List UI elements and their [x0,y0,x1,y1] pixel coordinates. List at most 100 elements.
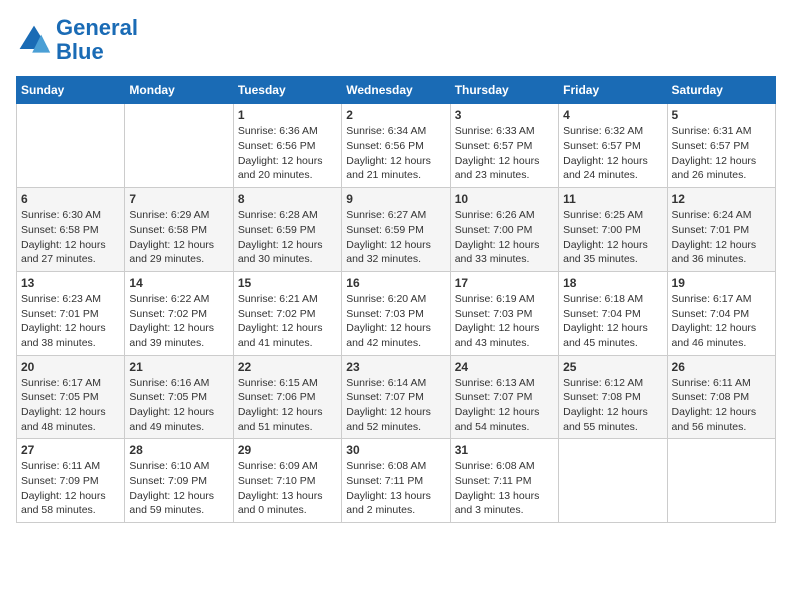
weekday-header: Friday [559,77,667,104]
day-detail: Sunrise: 6:09 AM Sunset: 7:10 PM Dayligh… [238,459,337,518]
weekday-header: Tuesday [233,77,341,104]
day-number: 2 [346,108,445,122]
calendar-cell: 16 Sunrise: 6:20 AM Sunset: 7:03 PM Dayli… [342,271,450,355]
day-number: 24 [455,360,554,374]
weekday-header-row: SundayMondayTuesdayWednesdayThursdayFrid… [17,77,776,104]
calendar-cell: 7 Sunrise: 6:29 AM Sunset: 6:58 PM Daylig… [125,188,233,272]
logo-icon [16,22,52,58]
day-detail: Sunrise: 6:27 AM Sunset: 6:59 PM Dayligh… [346,208,445,267]
day-number: 12 [672,192,771,206]
day-detail: Sunrise: 6:33 AM Sunset: 6:57 PM Dayligh… [455,124,554,183]
day-detail: Sunrise: 6:34 AM Sunset: 6:56 PM Dayligh… [346,124,445,183]
day-detail: Sunrise: 6:19 AM Sunset: 7:03 PM Dayligh… [455,292,554,351]
day-detail: Sunrise: 6:08 AM Sunset: 7:11 PM Dayligh… [455,459,554,518]
page-header: General Blue [16,16,776,64]
day-number: 23 [346,360,445,374]
day-number: 25 [563,360,662,374]
calendar-cell: 19 Sunrise: 6:17 AM Sunset: 7:04 PM Dayli… [667,271,775,355]
calendar-cell: 17 Sunrise: 6:19 AM Sunset: 7:03 PM Dayli… [450,271,558,355]
day-number: 22 [238,360,337,374]
day-number: 20 [21,360,120,374]
calendar-cell: 12 Sunrise: 6:24 AM Sunset: 7:01 PM Dayli… [667,188,775,272]
day-detail: Sunrise: 6:29 AM Sunset: 6:58 PM Dayligh… [129,208,228,267]
day-detail: Sunrise: 6:22 AM Sunset: 7:02 PM Dayligh… [129,292,228,351]
calendar-cell [667,439,775,523]
day-number: 30 [346,443,445,457]
day-number: 28 [129,443,228,457]
calendar-cell: 1Sunrise: 6:36 AM Sunset: 6:56 PM Daylig… [233,104,341,188]
day-number: 21 [129,360,228,374]
day-detail: Sunrise: 6:10 AM Sunset: 7:09 PM Dayligh… [129,459,228,518]
calendar-cell: 25 Sunrise: 6:12 AM Sunset: 7:08 PM Dayli… [559,355,667,439]
day-number: 4 [563,108,662,122]
logo-text: General Blue [56,16,138,64]
calendar-table: SundayMondayTuesdayWednesdayThursdayFrid… [16,76,776,523]
calendar-cell: 21 Sunrise: 6:16 AM Sunset: 7:05 PM Dayli… [125,355,233,439]
calendar-cell: 22 Sunrise: 6:15 AM Sunset: 7:06 PM Dayli… [233,355,341,439]
day-number: 16 [346,276,445,290]
calendar-cell: 9 Sunrise: 6:27 AM Sunset: 6:59 PM Daylig… [342,188,450,272]
day-detail: Sunrise: 6:30 AM Sunset: 6:58 PM Dayligh… [21,208,120,267]
day-detail: Sunrise: 6:11 AM Sunset: 7:09 PM Dayligh… [21,459,120,518]
day-number: 27 [21,443,120,457]
calendar-cell: 24Sunrise: 6:13 AM Sunset: 7:07 PM Dayli… [450,355,558,439]
day-number: 6 [21,192,120,206]
calendar-cell: 2 Sunrise: 6:34 AM Sunset: 6:56 PM Daylig… [342,104,450,188]
day-detail: Sunrise: 6:17 AM Sunset: 7:05 PM Dayligh… [21,376,120,435]
day-detail: Sunrise: 6:20 AM Sunset: 7:03 PM Dayligh… [346,292,445,351]
calendar-cell: 18 Sunrise: 6:18 AM Sunset: 7:04 PM Dayli… [559,271,667,355]
calendar-cell: 31 Sunrise: 6:08 AM Sunset: 7:11 PM Dayli… [450,439,558,523]
day-number: 7 [129,192,228,206]
calendar-cell: 8 Sunrise: 6:28 AM Sunset: 6:59 PM Daylig… [233,188,341,272]
day-detail: Sunrise: 6:28 AM Sunset: 6:59 PM Dayligh… [238,208,337,267]
weekday-header: Sunday [17,77,125,104]
day-number: 17 [455,276,554,290]
calendar-cell: 5Sunrise: 6:31 AM Sunset: 6:57 PM Daylig… [667,104,775,188]
calendar-cell: 26 Sunrise: 6:11 AM Sunset: 7:08 PM Dayli… [667,355,775,439]
day-detail: Sunrise: 6:17 AM Sunset: 7:04 PM Dayligh… [672,292,771,351]
calendar-cell: 15Sunrise: 6:21 AM Sunset: 7:02 PM Dayli… [233,271,341,355]
weekday-header: Saturday [667,77,775,104]
day-number: 5 [672,108,771,122]
calendar-cell: 23 Sunrise: 6:14 AM Sunset: 7:07 PM Dayli… [342,355,450,439]
weekday-header: Thursday [450,77,558,104]
day-number: 14 [129,276,228,290]
day-number: 1 [238,108,337,122]
calendar-cell: 11 Sunrise: 6:25 AM Sunset: 7:00 PM Dayli… [559,188,667,272]
day-number: 9 [346,192,445,206]
day-detail: Sunrise: 6:14 AM Sunset: 7:07 PM Dayligh… [346,376,445,435]
day-detail: Sunrise: 6:32 AM Sunset: 6:57 PM Dayligh… [563,124,662,183]
day-number: 19 [672,276,771,290]
day-detail: Sunrise: 6:15 AM Sunset: 7:06 PM Dayligh… [238,376,337,435]
day-number: 11 [563,192,662,206]
day-detail: Sunrise: 6:26 AM Sunset: 7:00 PM Dayligh… [455,208,554,267]
calendar-cell: 20 Sunrise: 6:17 AM Sunset: 7:05 PM Dayli… [17,355,125,439]
day-detail: Sunrise: 6:24 AM Sunset: 7:01 PM Dayligh… [672,208,771,267]
calendar-week-row: 27 Sunrise: 6:11 AM Sunset: 7:09 PM Dayli… [17,439,776,523]
calendar-cell [17,104,125,188]
calendar-cell: 30 Sunrise: 6:08 AM Sunset: 7:11 PM Dayli… [342,439,450,523]
day-detail: Sunrise: 6:11 AM Sunset: 7:08 PM Dayligh… [672,376,771,435]
day-detail: Sunrise: 6:08 AM Sunset: 7:11 PM Dayligh… [346,459,445,518]
calendar-cell: 13 Sunrise: 6:23 AM Sunset: 7:01 PM Dayli… [17,271,125,355]
day-number: 31 [455,443,554,457]
day-number: 18 [563,276,662,290]
calendar-cell: 10 Sunrise: 6:26 AM Sunset: 7:00 PM Dayli… [450,188,558,272]
calendar-cell: 4 Sunrise: 6:32 AM Sunset: 6:57 PM Daylig… [559,104,667,188]
day-number: 3 [455,108,554,122]
day-detail: Sunrise: 6:25 AM Sunset: 7:00 PM Dayligh… [563,208,662,267]
day-number: 13 [21,276,120,290]
day-detail: Sunrise: 6:23 AM Sunset: 7:01 PM Dayligh… [21,292,120,351]
day-number: 26 [672,360,771,374]
weekday-header: Monday [125,77,233,104]
day-number: 10 [455,192,554,206]
day-detail: Sunrise: 6:12 AM Sunset: 7:08 PM Dayligh… [563,376,662,435]
day-number: 8 [238,192,337,206]
day-detail: Sunrise: 6:18 AM Sunset: 7:04 PM Dayligh… [563,292,662,351]
calendar-cell: 3 Sunrise: 6:33 AM Sunset: 6:57 PM Daylig… [450,104,558,188]
calendar-cell: 14 Sunrise: 6:22 AM Sunset: 7:02 PM Dayli… [125,271,233,355]
day-detail: Sunrise: 6:16 AM Sunset: 7:05 PM Dayligh… [129,376,228,435]
calendar-cell [559,439,667,523]
day-number: 29 [238,443,337,457]
calendar-week-row: 20 Sunrise: 6:17 AM Sunset: 7:05 PM Dayli… [17,355,776,439]
